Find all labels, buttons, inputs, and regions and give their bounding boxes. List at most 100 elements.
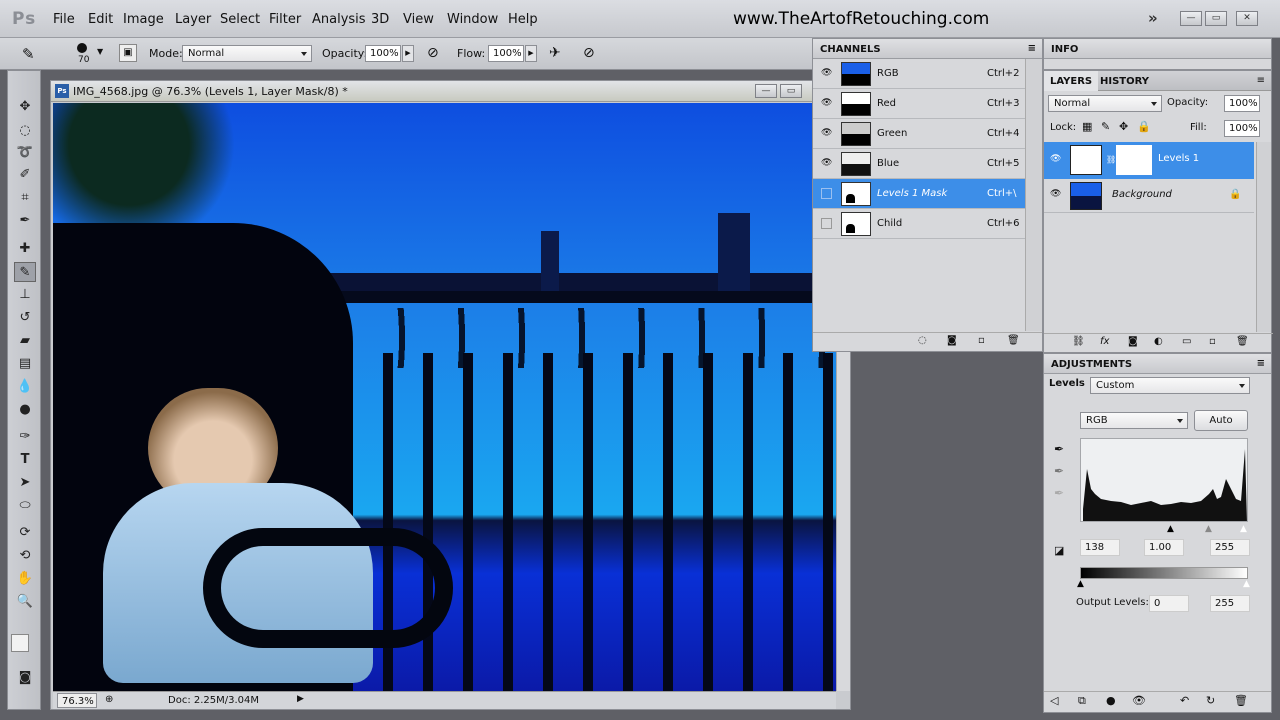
lock-all-icon[interactable]: 🔒: [1137, 120, 1151, 133]
opacity-slider-arrow[interactable]: ▶: [402, 45, 414, 62]
lasso-tool-icon[interactable]: ➰: [14, 143, 36, 163]
visibility-eye-icon[interactable]: 👁: [821, 128, 833, 138]
channel-row-green[interactable]: 👁 Green Ctrl+4: [813, 119, 1025, 149]
brush-preset-icon[interactable]: [77, 43, 87, 53]
clip-to-layer-icon[interactable]: ●: [1106, 694, 1116, 707]
eyedropper-tool-icon[interactable]: ✒: [14, 211, 36, 231]
doc-minimize-button[interactable]: —: [755, 84, 777, 98]
visibility-eye-icon[interactable]: 👁: [821, 68, 833, 78]
black-output-slider[interactable]: ▲: [1077, 579, 1084, 589]
pen-tool-icon[interactable]: ✑: [14, 427, 36, 447]
dodge-tool-icon[interactable]: ●: [14, 400, 36, 420]
input-black-field[interactable]: 138: [1080, 539, 1120, 556]
channel-row-blue[interactable]: 👁 Blue Ctrl+5: [813, 149, 1025, 179]
gray-point-eyedropper-icon[interactable]: ✒: [1054, 464, 1064, 478]
blur-tool-icon[interactable]: 💧: [14, 377, 36, 397]
channels-scrollbar[interactable]: [1025, 59, 1042, 331]
panel-menu-icon[interactable]: ≡: [1028, 43, 1036, 54]
menu-image[interactable]: Image: [123, 12, 164, 27]
levels-channel-dropdown[interactable]: RGB: [1080, 412, 1188, 429]
doc-restore-button[interactable]: ▭: [780, 84, 802, 98]
flow-slider-arrow[interactable]: ▶: [525, 45, 537, 62]
hand-tool-icon[interactable]: ✋: [14, 569, 36, 589]
crop-tool-icon[interactable]: ⌗: [14, 188, 36, 208]
tab-history[interactable]: HISTORY: [1094, 71, 1155, 91]
eraser-tool-icon[interactable]: ▰: [14, 331, 36, 351]
workspace-expand-icon[interactable]: »: [1148, 9, 1158, 27]
add-mask-icon[interactable]: ◙: [1128, 336, 1138, 347]
group-icon[interactable]: ▭: [1182, 336, 1191, 347]
quick-mask-icon[interactable]: ◙: [14, 668, 36, 688]
menu-file[interactable]: File: [53, 12, 75, 27]
layer-opacity-input[interactable]: 100%: [1224, 95, 1260, 112]
lock-transparency-icon[interactable]: ▦: [1082, 120, 1092, 133]
input-gamma-field[interactable]: 1.00: [1144, 539, 1184, 556]
status-menu-arrow-icon[interactable]: ▶: [297, 694, 304, 704]
mode-dropdown[interactable]: Normal: [182, 45, 312, 62]
brush-tool-icon[interactable]: ✎: [14, 262, 36, 282]
minimize-button[interactable]: —: [1180, 11, 1202, 26]
clip-warning-icon[interactable]: ◪: [1054, 544, 1064, 557]
lock-position-icon[interactable]: ✥: [1119, 120, 1128, 133]
pressure-opacity-icon[interactable]: ⊘: [427, 45, 439, 61]
output-white-field[interactable]: 255: [1210, 595, 1250, 612]
brush-panel-toggle-icon[interactable]: ▣: [119, 44, 137, 62]
levels-preset-dropdown[interactable]: Custom: [1090, 377, 1250, 394]
menu-layer[interactable]: Layer: [175, 12, 211, 27]
view-previous-icon[interactable]: ↶: [1180, 694, 1189, 707]
layer-row-levels[interactable]: 👁 ⛓ Levels 1: [1044, 142, 1254, 179]
menu-select[interactable]: Select: [220, 12, 260, 27]
gamma-input-slider[interactable]: ▲: [1205, 524, 1212, 534]
output-black-field[interactable]: 0: [1149, 595, 1189, 612]
new-layer-icon[interactable]: ▫: [1209, 336, 1216, 347]
tab-layers[interactable]: LAYERS: [1044, 71, 1099, 91]
type-tool-icon[interactable]: T: [14, 450, 36, 470]
layer-row-background[interactable]: 👁 Background 🔒: [1044, 179, 1254, 213]
visibility-toggle-empty[interactable]: [821, 218, 832, 229]
channel-row-rgb[interactable]: 👁 RGB Ctrl+2: [813, 59, 1025, 89]
move-tool-icon[interactable]: ✥: [14, 97, 36, 117]
3d-orbit-tool-icon[interactable]: ⟲: [14, 546, 36, 566]
menu-view[interactable]: View: [403, 12, 434, 27]
auto-button[interactable]: Auto: [1194, 410, 1248, 431]
white-point-eyedropper-icon[interactable]: ✒: [1054, 486, 1064, 500]
visibility-eye-icon[interactable]: 👁: [1050, 189, 1061, 199]
menu-3d[interactable]: 3D: [371, 12, 389, 27]
brush-tool-icon[interactable]: ✎: [22, 45, 35, 63]
return-to-list-icon[interactable]: ◁: [1050, 694, 1058, 707]
toggle-visibility-icon[interactable]: 👁: [1132, 694, 1146, 707]
marquee-tool-icon[interactable]: ◌: [14, 121, 36, 141]
opacity-input[interactable]: 100%: [365, 45, 401, 62]
foreground-color-swatch[interactable]: [11, 634, 29, 652]
history-brush-tool-icon[interactable]: ↺: [14, 308, 36, 328]
menu-filter[interactable]: Filter: [269, 12, 301, 27]
link-layers-icon[interactable]: ⛓: [1072, 336, 1085, 347]
image-canvas[interactable]: [53, 103, 836, 691]
black-input-slider[interactable]: ▲: [1167, 524, 1174, 534]
document-tab[interactable]: Ps IMG_4568.jpg @ 76.3% (Levels 1, Layer…: [51, 81, 850, 102]
black-point-eyedropper-icon[interactable]: ✒: [1054, 442, 1064, 456]
input-slider-track[interactable]: ▲ ▲ ▲: [1080, 522, 1248, 534]
healing-brush-tool-icon[interactable]: ✚: [14, 239, 36, 259]
output-slider-track[interactable]: ▲ ▲: [1077, 579, 1250, 589]
layer-blend-mode-dropdown[interactable]: Normal: [1048, 95, 1162, 112]
delete-adjustment-icon[interactable]: 🗑: [1234, 694, 1248, 707]
zoom-tool-icon[interactable]: 🔍: [14, 592, 36, 612]
gradient-tool-icon[interactable]: ▤: [14, 354, 36, 374]
channel-row-child[interactable]: Child Ctrl+6: [813, 209, 1025, 239]
white-output-slider[interactable]: ▲: [1243, 579, 1250, 589]
shape-tool-icon[interactable]: ⬭: [14, 496, 36, 516]
airbrush-icon[interactable]: ✈: [549, 45, 561, 61]
reset-icon[interactable]: ↻: [1206, 694, 1215, 707]
channel-row-levels-mask[interactable]: Levels 1 Mask Ctrl+\: [813, 179, 1025, 209]
3d-rotate-tool-icon[interactable]: ⟳: [14, 523, 36, 543]
menu-edit[interactable]: Edit: [88, 12, 113, 27]
menu-window[interactable]: Window: [447, 12, 498, 27]
restore-button[interactable]: ▭: [1205, 11, 1227, 26]
close-button[interactable]: ✕: [1236, 11, 1258, 26]
panel-menu-icon[interactable]: ≡: [1257, 358, 1265, 369]
menu-help[interactable]: Help: [508, 12, 538, 27]
fill-input[interactable]: 100%: [1224, 120, 1260, 137]
white-input-slider[interactable]: ▲: [1240, 524, 1247, 534]
layers-scrollbar[interactable]: [1256, 142, 1271, 332]
